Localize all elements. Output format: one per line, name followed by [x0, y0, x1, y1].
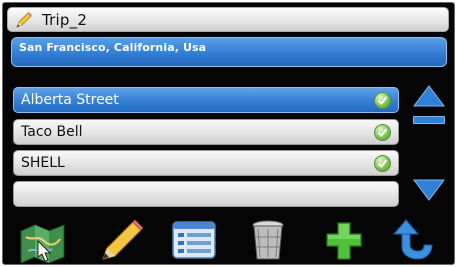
- scroll-position-icon[interactable]: [413, 116, 445, 124]
- triangle-up-icon[interactable]: [413, 85, 445, 107]
- pencil-icon[interactable]: [95, 217, 145, 263]
- list-item[interactable]: Taco Bell: [13, 119, 399, 145]
- bottom-toolbar: [3, 217, 454, 264]
- check-circle-icon: [374, 155, 391, 172]
- plus-icon[interactable]: [319, 217, 369, 263]
- stop-label: SHELL: [21, 155, 65, 171]
- list-item[interactable]: SHELL: [13, 150, 399, 176]
- pencil-icon: [16, 12, 32, 28]
- stop-label: Taco Bell: [21, 124, 83, 140]
- trash-icon[interactable]: [243, 217, 293, 263]
- stop-label: Alberta Street: [21, 92, 119, 108]
- device-frame: Trip_2 San Francisco, California, Usa Al…: [2, 2, 455, 265]
- title-bar: Trip_2: [7, 7, 449, 32]
- back-arrow-icon[interactable]: [388, 217, 438, 263]
- list-item[interactable]: Alberta Street: [13, 87, 399, 113]
- check-circle-icon: [374, 92, 391, 109]
- address-bar[interactable]: San Francisco, California, Usa: [11, 37, 447, 67]
- list-icon[interactable]: [169, 217, 219, 263]
- check-circle-icon: [374, 124, 391, 141]
- list-item[interactable]: [13, 181, 399, 207]
- page-title: Trip_2: [42, 11, 88, 29]
- address-text: San Francisco, California, Usa: [19, 41, 207, 54]
- map-icon[interactable]: [18, 217, 68, 263]
- triangle-down-icon[interactable]: [413, 179, 445, 201]
